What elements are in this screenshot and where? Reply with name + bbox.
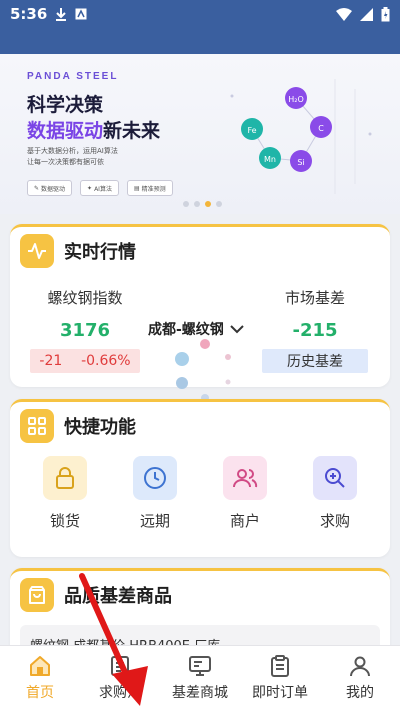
- list-icon: [111, 656, 129, 676]
- shopping-bag-icon: [20, 578, 54, 612]
- clipboard-icon: [271, 655, 289, 677]
- clock-icon: [144, 467, 166, 489]
- monitor-icon: [189, 656, 211, 676]
- banner-chips: ✎ 数据驱动 ✦ AI算法 ▤ 精准预测: [27, 180, 173, 196]
- banner-headline-rest: 新未来: [103, 120, 161, 142]
- goods-title: 品质基差商品: [64, 586, 172, 607]
- index-value: 3176: [59, 320, 111, 341]
- banner-headline-1: 科学决策: [27, 94, 104, 116]
- app-header: [0, 28, 400, 54]
- quick-item-label: 远期: [139, 512, 170, 530]
- index-change: -21 -0.66%: [30, 349, 140, 373]
- element-label: Mn: [264, 155, 276, 164]
- status-bar: 5:36: [0, 0, 400, 28]
- wifi-icon: [336, 7, 352, 21]
- change-abs: -21: [39, 353, 63, 369]
- status-time: 5:36: [10, 5, 48, 23]
- chevron-down-icon: [230, 325, 244, 334]
- banner-headline-accent: 数据驱动: [27, 120, 104, 142]
- user-icon: [350, 656, 370, 677]
- quick-item-purchase-request[interactable]: 求购: [295, 456, 375, 531]
- element-label: Fe: [247, 126, 256, 135]
- tab-label: 即时订单: [252, 685, 308, 701]
- quick-item-label: 求购: [319, 512, 350, 530]
- app-notification-icon: [75, 8, 87, 20]
- tab-label: 首页: [26, 685, 54, 701]
- users-icon: [233, 469, 258, 488]
- market-title: 实时行情: [64, 242, 136, 263]
- carousel-dot[interactable]: [216, 201, 222, 207]
- tab-purchase-pool[interactable]: 求购池: [80, 646, 160, 710]
- quick-item-lock-goods[interactable]: 锁货: [25, 456, 105, 531]
- molecule-illustration: H₂O Fe C Mn Si: [230, 79, 372, 194]
- index-panel[interactable]: 螺纹钢指数 3176 -21 -0.66%: [30, 287, 140, 373]
- battery-icon: [381, 6, 390, 21]
- grid-icon: [20, 409, 54, 443]
- carousel-dot[interactable]: [183, 201, 189, 207]
- tab-basis-mall[interactable]: 基差商城: [160, 646, 240, 710]
- element-label: Si: [297, 158, 304, 167]
- element-label: C: [318, 124, 324, 133]
- basis-panel: 市场基差 -215 历史基差: [262, 287, 368, 373]
- quick-functions-card: 快捷功能 锁货 远期 商户 求购: [10, 399, 390, 557]
- carousel-dots[interactable]: [183, 201, 222, 207]
- lock-icon: [56, 467, 74, 489]
- tab-label: 求购池: [99, 685, 141, 701]
- carousel-dot-active[interactable]: [205, 201, 211, 207]
- market-card: 实时行情 螺纹钢指数 3176 -21 -0.66% 成都-螺纹钢 市场基差 -…: [10, 224, 390, 402]
- tab-profile[interactable]: 我的: [320, 646, 400, 710]
- home-icon: [30, 656, 50, 676]
- quick-item-forward[interactable]: 远期: [115, 456, 195, 531]
- banner-chip: ✦ AI算法: [80, 180, 119, 196]
- location-selector[interactable]: 成都-螺纹钢: [148, 319, 244, 339]
- banner-description: 基于大数据分析，运用AI算法 让每一次决策都有据可依: [27, 147, 118, 166]
- tab-home[interactable]: 首页: [0, 646, 80, 710]
- download-icon: [56, 8, 67, 21]
- location-selector-label: 成都-螺纹钢: [148, 322, 224, 338]
- tab-label: 基差商城: [172, 685, 228, 701]
- loading-spinner-icon: [175, 339, 231, 402]
- banner-headline-2: 数据驱动新未来: [27, 116, 160, 143]
- tab-instant-orders[interactable]: 即时订单: [240, 646, 320, 710]
- quick-item-label: 锁货: [49, 512, 80, 530]
- history-basis-button[interactable]: 历史基差: [262, 349, 368, 373]
- tab-label: 我的: [346, 685, 374, 701]
- banner-chip: ▤ 精准预测: [126, 180, 173, 196]
- index-label: 螺纹钢指数: [47, 289, 123, 307]
- promo-banner[interactable]: PANDA STEEL 科学决策 数据驱动新未来 基于大数据分析，运用AI算法 …: [0, 54, 400, 214]
- pulse-icon: [20, 234, 54, 268]
- quick-item-merchants[interactable]: 商户: [205, 456, 285, 531]
- banner-chip: ✎ 数据驱动: [27, 180, 73, 196]
- basis-value: -215: [292, 320, 338, 341]
- element-label: H₂O: [288, 95, 304, 104]
- carousel-dot[interactable]: [194, 201, 200, 207]
- basis-label: 市场基差: [284, 289, 345, 307]
- quick-title: 快捷功能: [64, 417, 136, 438]
- quick-item-label: 商户: [229, 512, 260, 530]
- search-plus-icon: [325, 468, 345, 488]
- signal-icon: [360, 7, 373, 21]
- bottom-tab-bar: 首页 求购池 基差商城 即时订单 我的: [0, 645, 400, 710]
- change-pct: -0.66%: [81, 353, 131, 369]
- banner-brand: PANDA STEEL: [27, 71, 119, 82]
